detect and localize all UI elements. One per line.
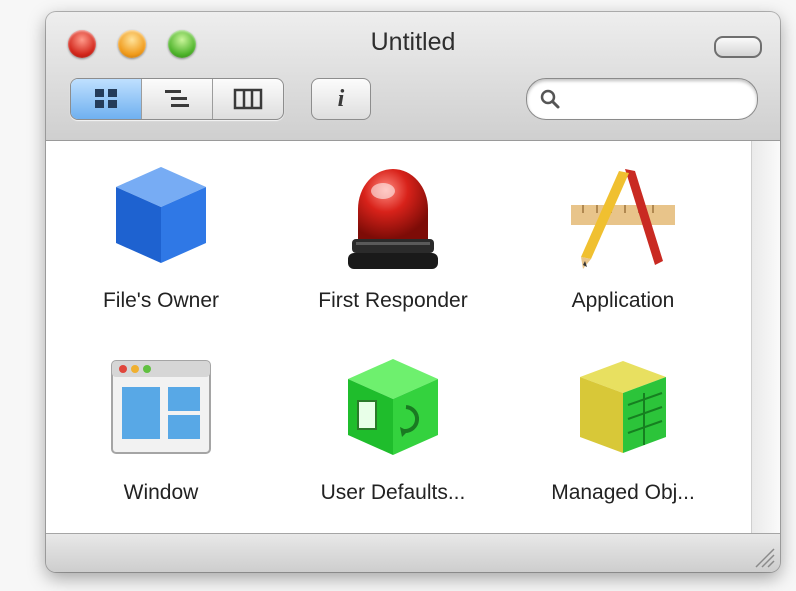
object-label: Application	[571, 289, 675, 312]
object-first-responder[interactable]: First Responder	[278, 161, 508, 341]
blue-cube-icon	[116, 167, 206, 263]
objects-grid: File's Owner First Responder Application…	[46, 141, 780, 533]
object-window[interactable]: Window	[46, 353, 276, 533]
object-managed-object[interactable]: Managed Obj...	[508, 353, 738, 533]
object-label: User Defaults...	[320, 481, 466, 504]
app-pencil-ruler-icon	[571, 169, 675, 269]
object-files-owner[interactable]: File's Owner	[46, 161, 276, 341]
info-icon: i	[337, 85, 345, 112]
search-field[interactable]	[526, 78, 758, 120]
column-view-icon	[233, 88, 263, 110]
view-mode-segmented-control	[70, 78, 284, 120]
object-label: Window	[123, 481, 199, 504]
icon-view-icon	[95, 89, 117, 108]
green-cube-icon	[348, 359, 438, 455]
window-title: Untitled	[370, 28, 456, 56]
red-siren-icon	[348, 169, 438, 269]
window: Untitled i File's Owner First Responder …	[46, 12, 780, 572]
search-icon	[540, 89, 560, 109]
managed-object-cube-icon	[580, 361, 666, 453]
list-view-button[interactable]	[142, 79, 213, 119]
object-label: First Responder	[318, 289, 468, 312]
column-view-button[interactable]	[213, 79, 283, 119]
object-user-defaults[interactable]: User Defaults...	[278, 353, 508, 533]
title-bar[interactable]: Untitled i	[46, 12, 780, 141]
bottom-bar	[46, 533, 780, 572]
window-icon	[111, 360, 211, 454]
object-label: Managed Obj...	[551, 481, 695, 504]
vertical-scrollbar[interactable]	[751, 141, 780, 533]
info-button[interactable]: i	[311, 78, 371, 120]
search-input[interactable]	[571, 87, 745, 113]
object-label: File's Owner	[102, 289, 220, 312]
icon-view-button[interactable]	[71, 79, 142, 119]
toolbar-toggle-button[interactable]	[714, 36, 762, 58]
object-application[interactable]: Application	[508, 161, 738, 341]
resize-grip-icon[interactable]	[750, 543, 776, 569]
list-view-icon	[165, 90, 189, 107]
